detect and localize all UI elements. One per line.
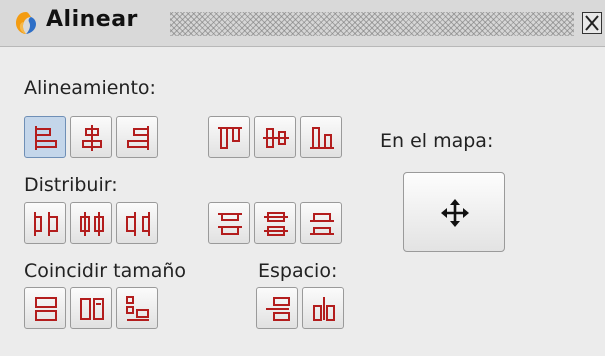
- close-icon: [585, 15, 599, 31]
- distribute-center-horizontal-button[interactable]: [70, 202, 112, 244]
- distribute-left-icon: [34, 212, 58, 236]
- distribute-label: Distribuir:: [24, 174, 118, 196]
- match-height-button[interactable]: [70, 287, 112, 329]
- align-center-vertical-button[interactable]: [254, 116, 296, 158]
- align-right-button[interactable]: [116, 116, 158, 158]
- spacing-label: Espacio:: [258, 260, 338, 282]
- distribute-top-button[interactable]: [208, 202, 250, 244]
- align-center-horizontal-icon: [82, 125, 102, 151]
- match-size-button[interactable]: [116, 287, 158, 329]
- close-button[interactable]: [582, 12, 602, 34]
- match-size-label: Coincidir tamaño: [24, 260, 187, 282]
- title-drag-handle[interactable]: [170, 12, 574, 36]
- distribute-center-vertical-button[interactable]: [254, 202, 296, 244]
- space-horizontal-button[interactable]: [302, 287, 344, 329]
- space-vertical-button[interactable]: [256, 287, 298, 329]
- window-title: Alinear: [46, 7, 138, 32]
- map-move-button[interactable]: [403, 172, 505, 252]
- distribute-right-icon: [126, 212, 150, 236]
- match-width-icon: [35, 297, 57, 321]
- align-bottom-icon: [310, 127, 334, 149]
- distribute-bottom-icon: [310, 213, 334, 235]
- title-bar[interactable]: Alinear: [0, 0, 605, 47]
- align-left-button[interactable]: [24, 116, 66, 158]
- match-size-icon: [126, 296, 149, 321]
- space-horizontal-icon: [313, 297, 335, 321]
- distribute-center-horizontal-icon: [80, 212, 104, 236]
- space-vertical-icon: [266, 297, 290, 321]
- match-width-button[interactable]: [24, 287, 66, 329]
- align-left-icon: [35, 126, 57, 150]
- orange-pin-icon: [16, 12, 36, 34]
- align-top-button[interactable]: [208, 116, 250, 158]
- distribute-left-button[interactable]: [24, 202, 66, 244]
- distribute-bottom-button[interactable]: [300, 202, 342, 244]
- on-map-label: En el mapa:: [380, 130, 494, 152]
- distribute-top-icon: [218, 213, 242, 235]
- move-arrows-icon: [441, 199, 469, 227]
- distribute-center-vertical-icon: [264, 212, 288, 236]
- align-center-vertical-icon: [263, 128, 289, 148]
- distribute-right-button[interactable]: [116, 202, 158, 244]
- alignment-label: Alineamiento:: [24, 77, 156, 99]
- align-right-icon: [127, 126, 149, 150]
- align-bottom-button[interactable]: [300, 116, 342, 158]
- align-top-icon: [218, 127, 242, 149]
- match-height-icon: [80, 298, 104, 320]
- align-center-horizontal-button[interactable]: [70, 116, 112, 158]
